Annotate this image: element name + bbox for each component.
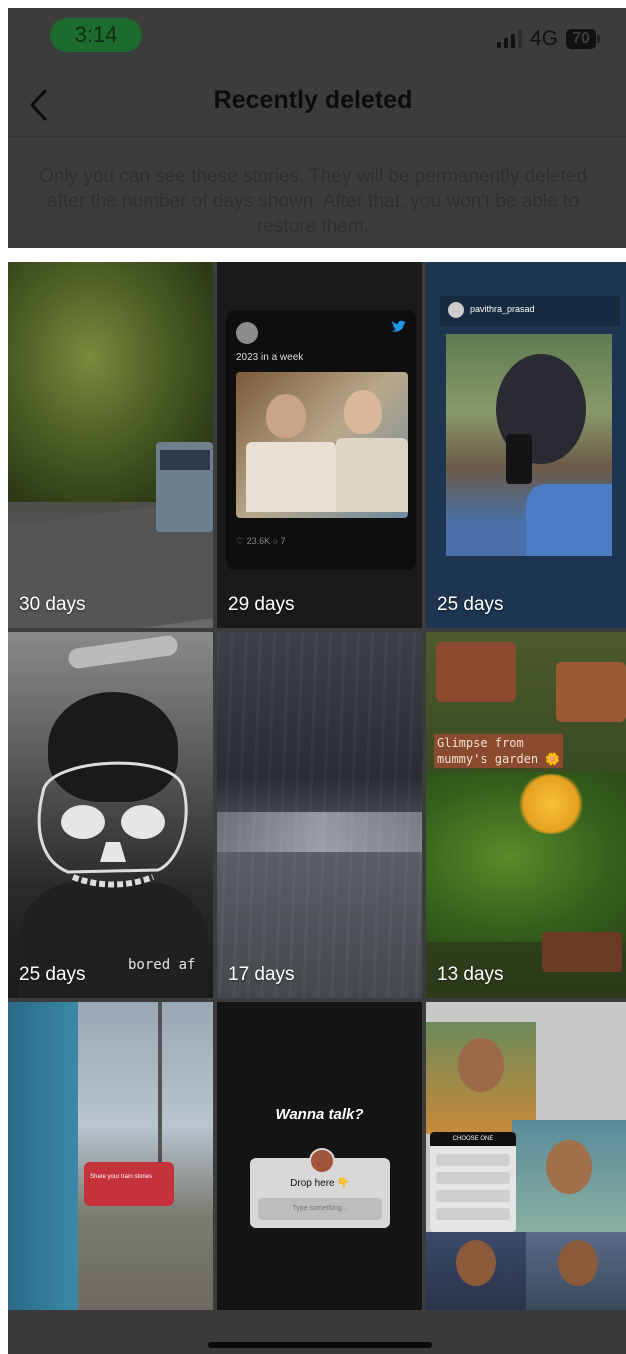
days-remaining: 25 days: [19, 964, 86, 985]
story-tile[interactable]: CHOOSE ONE: [426, 1002, 626, 1310]
story-caption: bored af: [128, 957, 196, 973]
status-indicators: 4G 70: [496, 22, 600, 56]
question-sticker: [542, 932, 622, 972]
story-tile[interactable]: 2023 in a week ♡ 23.6K ○ 7 29 days: [217, 262, 422, 628]
portrait-image: [426, 1022, 536, 1134]
network-type: 4G: [529, 27, 558, 50]
portrait-image: [526, 1232, 626, 1310]
tweet-text: 2023 in a week: [236, 352, 304, 363]
bird-icon: [392, 320, 406, 332]
story-tile[interactable]: Share your train stories: [8, 1002, 213, 1310]
days-remaining: 17 days: [228, 964, 295, 985]
tweet-stats: ♡ 23.6K ○ 7: [236, 536, 286, 546]
separator: [8, 248, 626, 262]
home-indicator[interactable]: [208, 1342, 432, 1348]
portrait-image: [426, 1232, 526, 1310]
avatar: [448, 302, 464, 318]
days-remaining: 30 days: [19, 594, 86, 615]
story-photo: [446, 334, 612, 556]
days-remaining: 13 days: [437, 964, 504, 985]
question-sticker: Share your train stories: [84, 1162, 174, 1206]
portrait-image: [512, 1120, 626, 1232]
question-sticker: Drop here 👇 Type something...: [250, 1148, 390, 1228]
signal-icon: [496, 30, 522, 48]
story-tile[interactable]: pavithra_prasad 25 days: [426, 262, 626, 628]
page-title: Recently deleted: [213, 86, 413, 114]
rain-texture: [217, 632, 422, 998]
avatar: [236, 322, 258, 344]
flower-image: [516, 774, 586, 834]
avatar: [309, 1148, 335, 1174]
train-image: [8, 1002, 78, 1310]
header-divider: [8, 136, 626, 137]
story-tile[interactable]: bored af 25 days: [8, 632, 213, 998]
tweet-card: 2023 in a week ♡ 23.6K ○ 7: [226, 310, 416, 570]
username: pavithra_prasad: [470, 304, 535, 314]
days-remaining: 29 days: [228, 594, 295, 615]
story-tile[interactable]: Wanna talk? Drop here 👇 Type something..…: [217, 1002, 422, 1310]
skull-drawing: [37, 761, 188, 888]
story-tile[interactable]: 17 days: [217, 632, 422, 998]
tweet-photo: [236, 372, 408, 518]
days-remaining: 25 days: [437, 594, 504, 615]
story-tile[interactable]: Glimpse from mummy's garden 🌼 13 days: [426, 632, 626, 998]
story-caption: Glimpse from mummy's garden 🌼: [434, 734, 564, 768]
story-tile[interactable]: 30 days: [8, 262, 213, 628]
status-time: 3:14: [50, 18, 142, 52]
poll-sticker: CHOOSE ONE: [430, 1132, 516, 1232]
description-text: Only you can see these stories. They wil…: [39, 166, 587, 237]
story-heading: Wanna talk?: [275, 1106, 364, 1123]
fan-image: [67, 634, 179, 670]
battery-icon: 70: [566, 29, 600, 49]
